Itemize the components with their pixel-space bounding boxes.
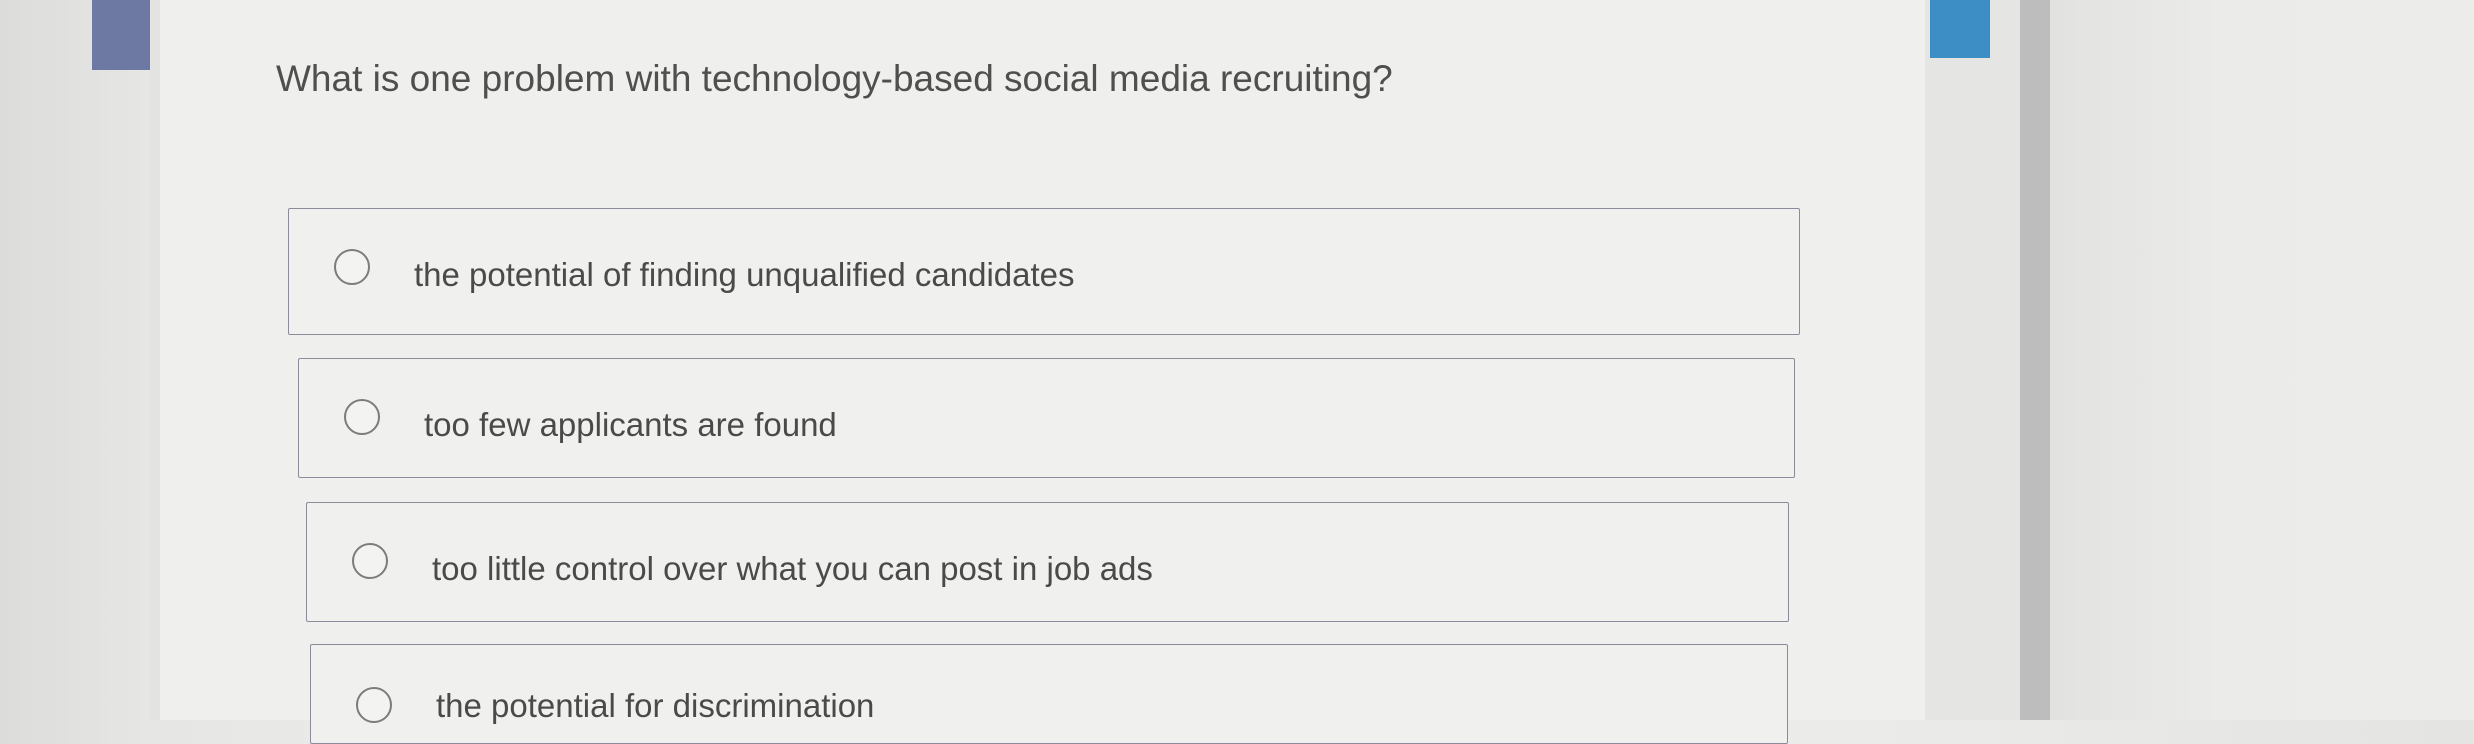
answer-option-label: the potential for discrimination [436, 687, 875, 724]
right-accent-button[interactable] [1930, 0, 1990, 58]
answer-option-label: too few applicants are found [424, 406, 837, 443]
side-panel [2050, 0, 2474, 720]
answer-option-label: too little control over what you can pos… [432, 550, 1153, 587]
left-accent-bar [92, 0, 154, 70]
answer-option-label: the potential of finding unqualified can… [414, 256, 1075, 293]
answer-option-4[interactable]: the potential for discrimination [310, 644, 1788, 744]
answer-option-2[interactable]: too few applicants are found [298, 358, 1795, 478]
scrollbar-track[interactable] [2020, 0, 2050, 720]
left-divider [150, 0, 160, 720]
answer-option-1[interactable]: the potential of finding unqualified can… [288, 208, 1800, 335]
radio-button-icon[interactable] [352, 543, 388, 579]
radio-button-icon[interactable] [344, 399, 380, 435]
question-text: What is one problem with technology-base… [276, 58, 1393, 99]
radio-button-icon[interactable] [356, 687, 392, 723]
right-divider [1925, 0, 2020, 720]
radio-button-icon[interactable] [334, 249, 370, 285]
answer-option-3[interactable]: too little control over what you can pos… [306, 502, 1789, 622]
